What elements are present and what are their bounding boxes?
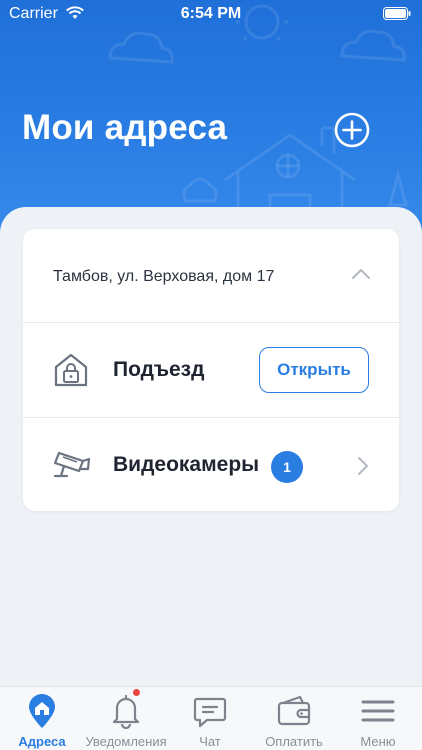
clock: 6:54 PM <box>180 5 242 22</box>
address-card: Тамбов, ул. Верховая, дом 17 Подъезд Отк… <box>23 229 399 511</box>
status-bar: Carrier 6:54 PM <box>0 0 422 30</box>
chevron-up-icon[interactable] <box>351 267 371 281</box>
tab-addresses[interactable]: Адреса <box>0 687 84 750</box>
menu-icon <box>361 700 395 722</box>
address-card-header[interactable]: Тамбов, ул. Верховая, дом 17 <box>23 229 399 322</box>
tab-notifications[interactable]: Уведомления <box>84 687 168 750</box>
notification-dot <box>132 688 141 697</box>
camera-icon <box>53 451 91 478</box>
tab-label: Чат <box>199 734 221 749</box>
tab-label: Оплатить <box>265 734 323 749</box>
entrance-label: Подъезд <box>113 358 205 381</box>
tab-label: Меню <box>360 734 396 749</box>
bell-icon <box>112 694 140 729</box>
tab-menu[interactable]: Меню <box>336 687 420 750</box>
wallet-icon <box>277 695 311 726</box>
page-title: Мои адреса <box>22 108 228 147</box>
tab-pay[interactable]: Оплатить <box>252 687 336 750</box>
battery-icon <box>383 7 411 20</box>
open-door-button[interactable]: Открыть <box>259 347 369 393</box>
tab-label: Адреса <box>18 734 66 749</box>
tab-bar: Адреса Уведомления Чат Оплатить Меню <box>0 686 422 750</box>
cameras-row[interactable]: Видеокамеры 1 <box>23 418 399 512</box>
entrance-row: Подъезд Открыть <box>23 323 399 417</box>
tab-chat[interactable]: Чат <box>168 687 252 750</box>
address-text: Тамбов, ул. Верховая, дом 17 <box>53 268 275 285</box>
house-lock-icon <box>54 353 88 387</box>
cameras-label: Видеокамеры <box>113 453 260 476</box>
chat-icon <box>193 697 227 728</box>
chevron-right-icon <box>358 457 368 475</box>
plus-circle-icon[interactable] <box>334 112 370 148</box>
home-pin-icon <box>29 694 55 728</box>
tab-label: Уведомления <box>85 734 167 749</box>
cameras-count-badge: 1 <box>271 451 303 483</box>
